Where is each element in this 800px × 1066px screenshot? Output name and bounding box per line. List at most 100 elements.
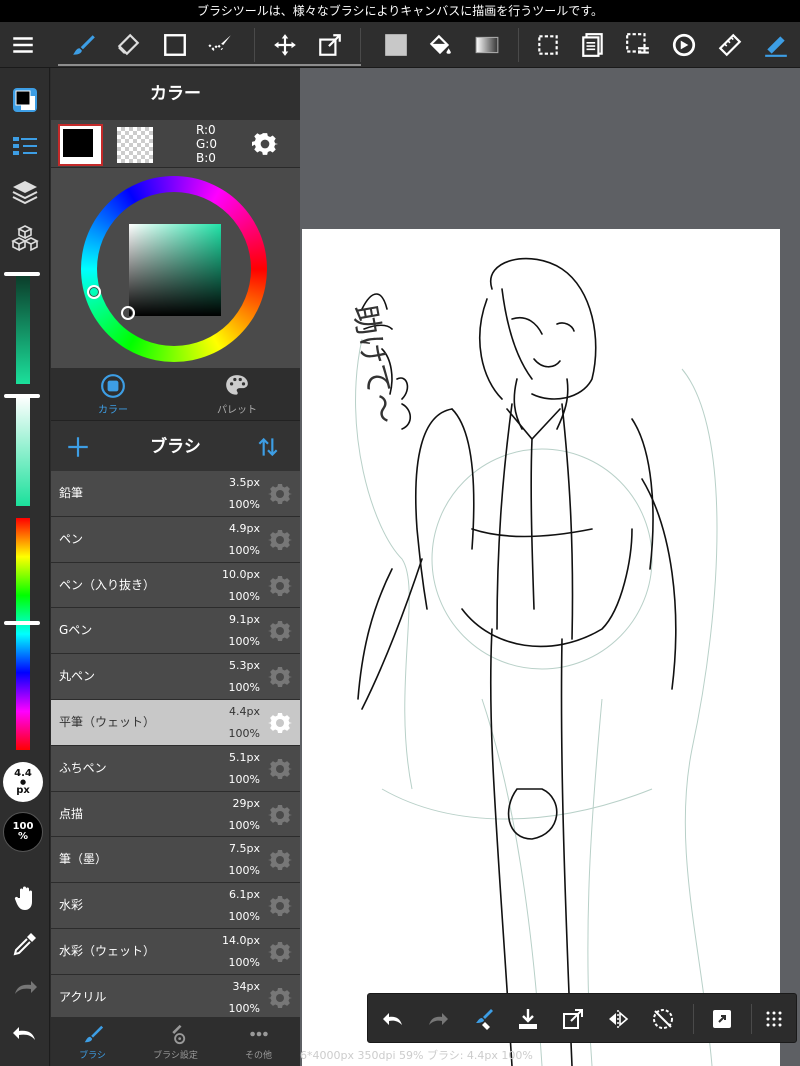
flip-icon[interactable] xyxy=(598,994,638,1044)
brush-row[interactable]: 平筆（ウェット） 4.4px 100% xyxy=(51,699,300,746)
tab-color[interactable]: カラー xyxy=(51,368,175,420)
brush-opacity: 100% xyxy=(228,681,260,695)
brush-size-value: 4.4 xyxy=(14,767,32,779)
transparent-color-swatch[interactable] xyxy=(117,127,153,163)
brush-gear-icon[interactable] xyxy=(268,803,292,827)
brush-row[interactable]: 点描 29px 100% xyxy=(51,791,300,838)
brush-gear-icon[interactable] xyxy=(268,848,292,872)
brush-gear-icon[interactable] xyxy=(268,894,292,918)
redo-icon[interactable] xyxy=(0,968,50,1008)
brush-gear-icon[interactable] xyxy=(268,619,292,643)
brush-row[interactable]: 水彩 6.1px 100% xyxy=(51,883,300,929)
hand-icon[interactable] xyxy=(0,878,50,918)
sketch-drawing: 助けて〜 xyxy=(346,257,718,1066)
brush-opacity: 100% xyxy=(228,1001,260,1015)
select-rect-icon[interactable] xyxy=(528,22,568,68)
brush-gear-icon[interactable] xyxy=(268,940,292,964)
gradient-icon[interactable] xyxy=(467,22,507,68)
eyedropper-icon[interactable] xyxy=(0,924,50,964)
brush-gear-icon[interactable] xyxy=(268,574,292,598)
brush-gear-icon[interactable] xyxy=(268,986,292,1010)
deselect-icon[interactable] xyxy=(618,22,658,68)
undo-icon[interactable] xyxy=(373,994,413,1044)
add-brush-icon[interactable] xyxy=(65,434,91,460)
brush-list-icon[interactable] xyxy=(0,126,50,166)
drawing-canvas[interactable]: 助けて〜 xyxy=(302,229,780,1066)
layers-icon[interactable] xyxy=(0,172,50,212)
saturation-value-square[interactable] xyxy=(129,224,221,316)
copy-page-icon[interactable] xyxy=(573,22,613,68)
undo-icon[interactable] xyxy=(0,1014,50,1054)
brush-row[interactable]: 筆（墨） 7.5px 100% xyxy=(51,837,300,884)
brush-row[interactable]: Gペン 9.1px 100% xyxy=(51,608,300,655)
eraser-icon[interactable] xyxy=(108,22,148,68)
rectangle-icon[interactable] xyxy=(155,22,195,68)
hue-thumb[interactable] xyxy=(4,621,40,625)
color-wheel-area xyxy=(51,168,300,368)
brush-opacity: 100% xyxy=(228,910,260,924)
tab-brush[interactable]: ブラシ xyxy=(51,1017,134,1066)
brush-gear-icon[interactable] xyxy=(268,482,292,506)
brush-row[interactable]: アクリル 34px 100% xyxy=(51,974,300,1017)
brush-gear-icon[interactable] xyxy=(268,711,292,735)
brush-size-indicator[interactable]: 4.4 ● px xyxy=(3,762,43,802)
redo-icon[interactable] xyxy=(418,994,458,1044)
rotate-reset-icon[interactable] xyxy=(643,994,683,1044)
import-icon[interactable] xyxy=(508,994,548,1044)
sv-marker[interactable] xyxy=(121,306,135,320)
rotate-icon[interactable] xyxy=(664,22,704,68)
tab-color-label: カラー xyxy=(98,404,128,416)
brush-row[interactable]: 水彩（ウェット） 14.0px 100% xyxy=(51,928,300,975)
brush-size: 4.9px xyxy=(229,521,260,535)
tab-brush-settings[interactable]: ブラシ設定 xyxy=(134,1017,217,1066)
brush-row[interactable]: 丸ペン 5.3px 100% xyxy=(51,654,300,700)
brush-row[interactable]: ペン 4.9px 100% xyxy=(51,516,300,563)
saturation-thumb[interactable] xyxy=(4,394,40,398)
tab-palette[interactable]: パレット xyxy=(175,368,299,420)
color-brightness-slider[interactable] xyxy=(16,274,30,384)
brush-gear-icon[interactable] xyxy=(268,528,292,552)
brush-icon[interactable] xyxy=(64,22,104,68)
fill-color-icon[interactable] xyxy=(376,22,416,68)
brush-size: 34px xyxy=(232,979,261,993)
ruler-icon[interactable] xyxy=(710,22,750,68)
bucket-icon[interactable] xyxy=(420,22,460,68)
brush-row[interactable]: ふちペン 5.1px 100% xyxy=(51,745,300,792)
brush-name: ペン（入り抜き） xyxy=(59,577,156,592)
brush-size: 3.5px xyxy=(229,476,260,489)
hue-slider[interactable] xyxy=(16,518,30,750)
opacity-indicator[interactable]: 100 % xyxy=(3,812,43,852)
materials-icon[interactable] xyxy=(0,218,50,258)
brush-name: ペン xyxy=(59,531,84,546)
hue-marker[interactable] xyxy=(87,285,101,299)
brush-size: 4.4px xyxy=(229,704,260,718)
tab-brush-settings-label: ブラシ設定 xyxy=(153,1050,198,1061)
menu-icon[interactable] xyxy=(3,22,43,68)
move-icon[interactable] xyxy=(265,22,305,68)
more-icon[interactable] xyxy=(754,994,794,1044)
transform-icon[interactable] xyxy=(310,22,350,68)
brush-row[interactable]: 鉛筆 3.5px 100% xyxy=(51,471,300,517)
brush-size: 29px xyxy=(232,796,261,810)
brush-name: ふちペン xyxy=(59,760,107,775)
tab-more[interactable]: その他 xyxy=(217,1017,300,1066)
brush-row[interactable]: ペン（入り抜き） 10.0px 100% xyxy=(51,562,300,609)
brush-gear-icon[interactable] xyxy=(268,757,292,781)
select-pen-icon[interactable] xyxy=(200,22,240,68)
brightness-thumb[interactable] xyxy=(4,272,40,276)
color-tabs: カラー パレット xyxy=(51,368,300,420)
fullscreen-icon[interactable] xyxy=(702,994,742,1044)
brush-eraser-icon[interactable] xyxy=(463,994,503,1044)
canvas-workspace[interactable]: 助けて〜 xyxy=(300,68,800,1066)
sort-icon[interactable] xyxy=(255,434,281,460)
primary-color-swatch[interactable] xyxy=(58,124,103,166)
gear-icon[interactable] xyxy=(249,128,281,160)
sketch-text: 助けて〜 xyxy=(346,302,401,426)
brush-name: アクリル xyxy=(59,989,107,1004)
brush-bottom-tabs: ブラシ ブラシ設定 その他 xyxy=(51,1017,300,1066)
color-saturation-slider[interactable] xyxy=(16,396,30,506)
snap-icon[interactable] xyxy=(756,22,796,68)
color-swap-icon[interactable] xyxy=(0,80,50,120)
export-icon[interactable] xyxy=(553,994,593,1044)
brush-gear-icon[interactable] xyxy=(268,665,292,689)
